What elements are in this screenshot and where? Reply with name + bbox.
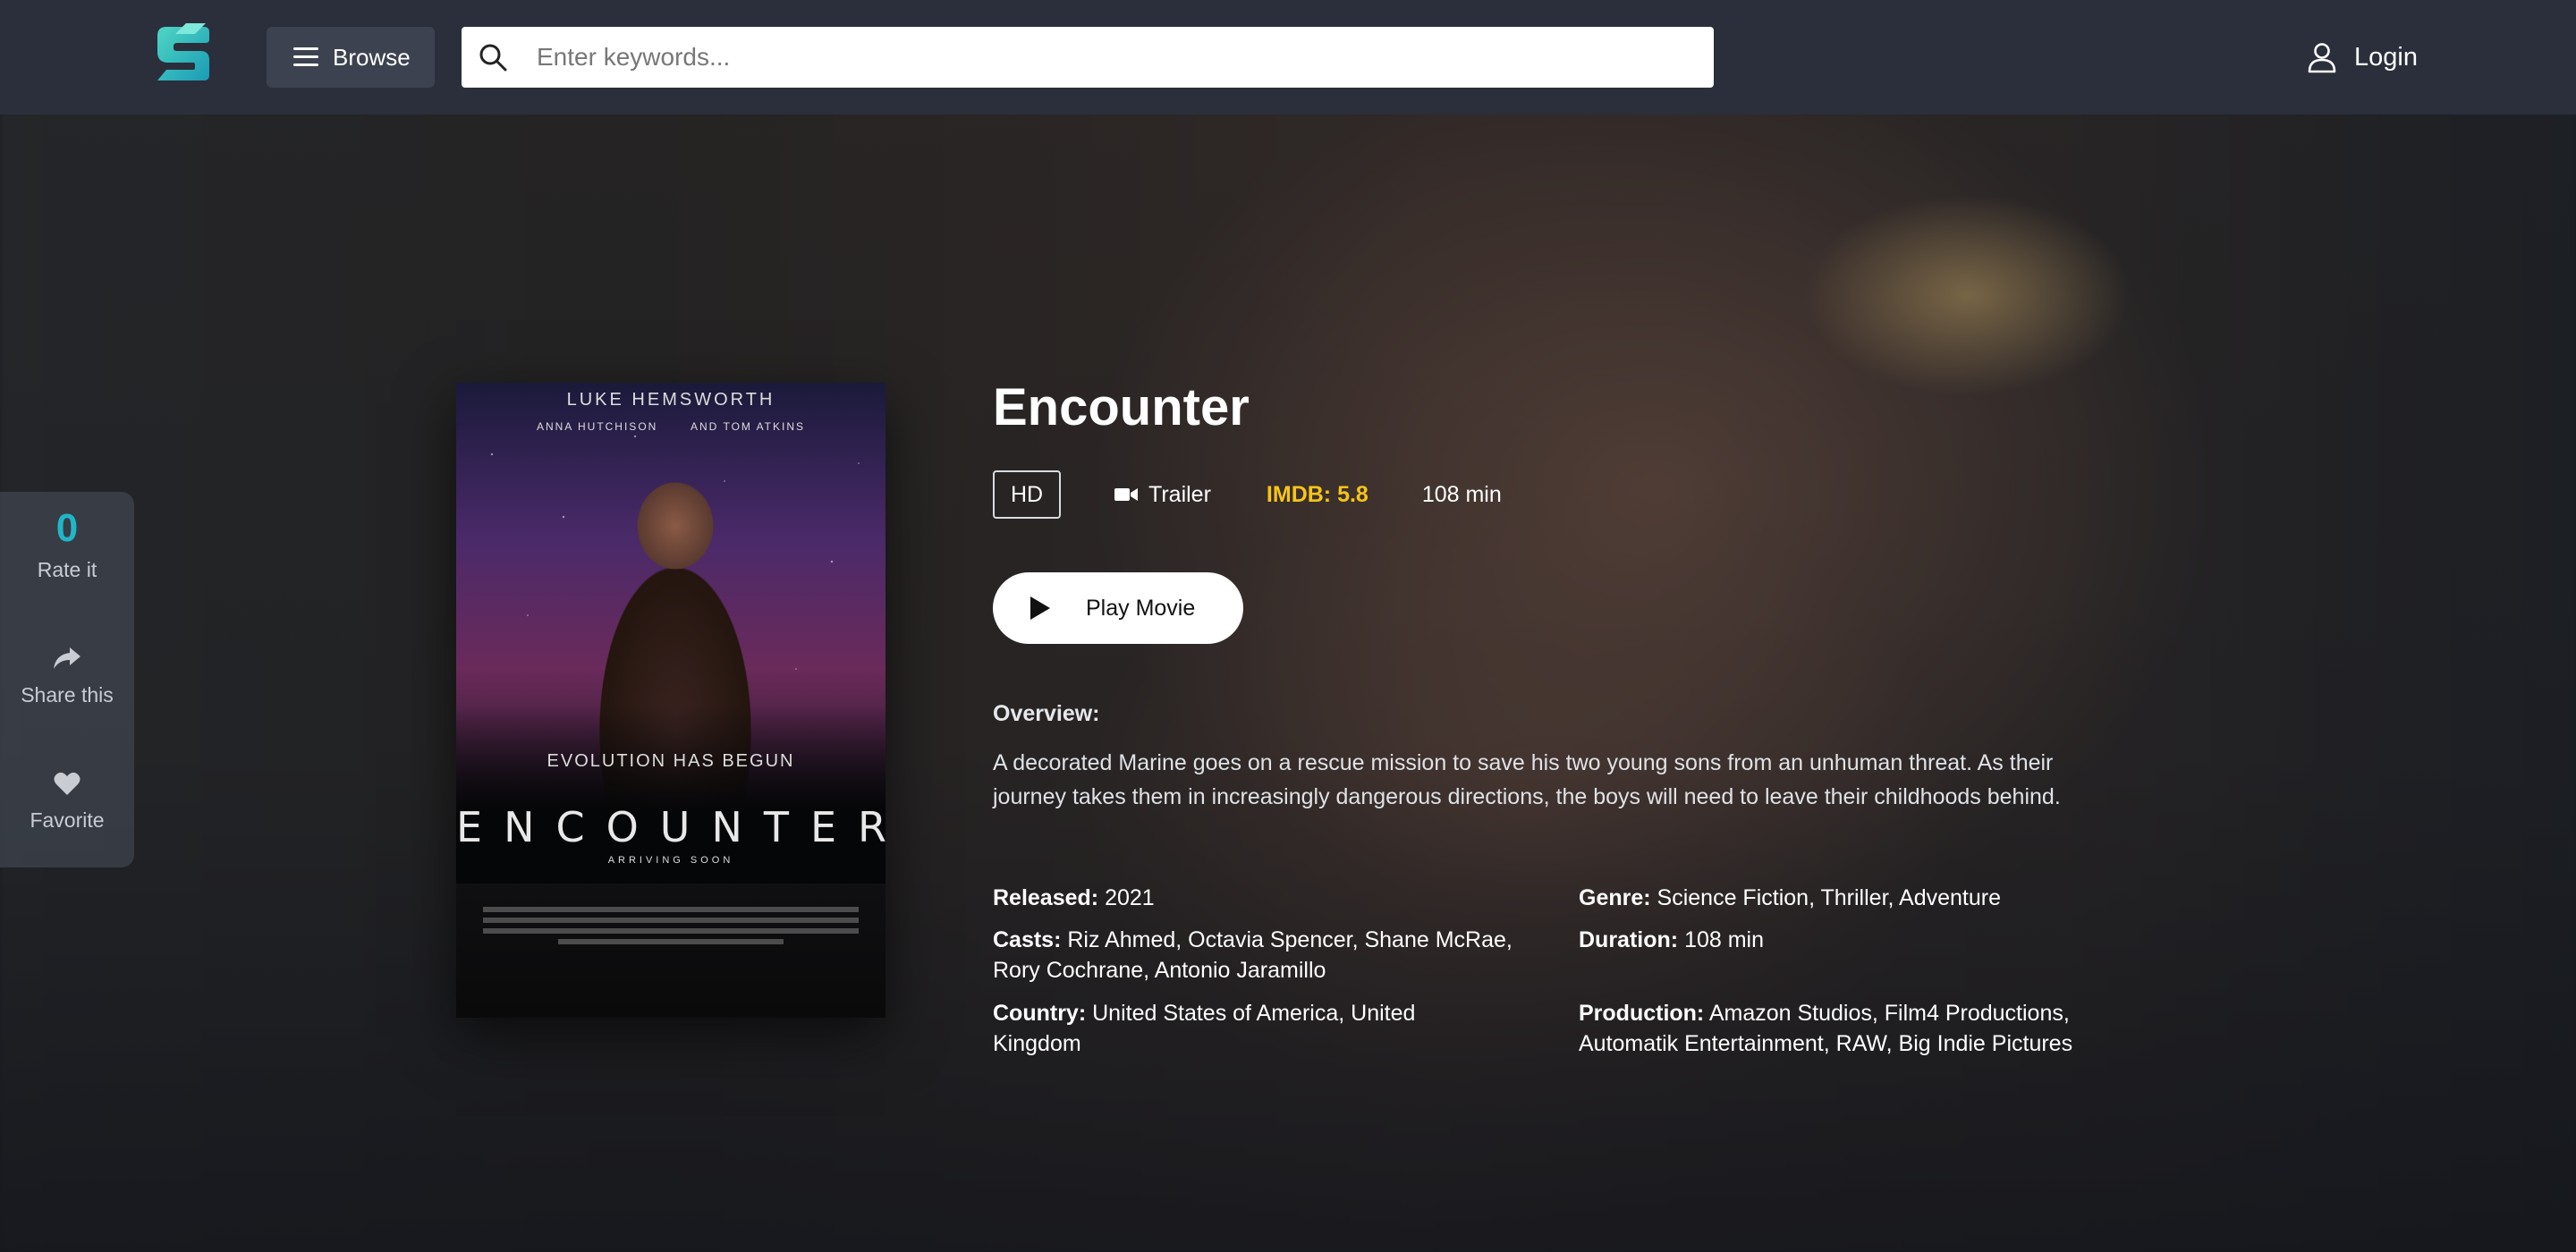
- share-action[interactable]: Share this: [0, 640, 134, 707]
- casts-value: Riz Ahmed, Octavia Spencer, Shane McRae,…: [993, 927, 1513, 983]
- released-info: Released: 2021: [993, 883, 1547, 913]
- rate-label: Rate it: [37, 558, 97, 581]
- favorite-action[interactable]: Favorite: [0, 766, 134, 833]
- poster-actor: LUKE HEMSWORTH: [566, 390, 775, 410]
- genre-label: Genre:: [1579, 885, 1651, 910]
- share-icon: [0, 640, 134, 676]
- favorite-label: Favorite: [30, 808, 105, 832]
- user-icon: [2306, 41, 2338, 73]
- movie-poster: LUKE HEMSWORTH ANNA HUTCHISON AND TOM AT…: [456, 383, 886, 1018]
- browse-button[interactable]: Browse: [267, 27, 435, 88]
- poster-costar-and: AND TOM ATKINS: [691, 420, 806, 433]
- runtime: 108 min: [1421, 481, 1502, 507]
- released-label: Released:: [993, 885, 1099, 910]
- browse-label: Browse: [333, 43, 411, 71]
- movie-meta: HD Trailer IMDB: 5.8 108 min: [993, 470, 1502, 519]
- side-action-panel: 0 Rate it Share this Favorite: [0, 492, 134, 867]
- overview-heading: Overview:: [993, 701, 1100, 726]
- login-link[interactable]: Login: [2306, 36, 2418, 79]
- production-info: Production: Amazon Studios, Film4 Produc…: [1579, 998, 2133, 1059]
- search-input[interactable]: [524, 30, 1714, 84]
- country-info: Country: United States of America, Unite…: [993, 998, 1494, 1059]
- overview-text: A decorated Marine goes on a rescue miss…: [993, 750, 2061, 809]
- imdb-rating: IMDB: 5.8: [1266, 481, 1368, 507]
- rating-count: 0: [55, 506, 79, 550]
- login-label: Login: [2354, 42, 2418, 72]
- casts-label: Casts:: [993, 927, 1062, 952]
- duration-label: Duration:: [1579, 927, 1679, 952]
- poster-tagline: EVOLUTION HAS BEGUN: [547, 751, 795, 771]
- movie-title: Encounter: [993, 378, 1250, 436]
- trailer-label: Trailer: [1148, 481, 1211, 507]
- play-label: Play Movie: [1086, 595, 1196, 621]
- hamburger-menu-icon: [293, 47, 318, 67]
- duration-info: Duration: 108 min: [1579, 925, 2133, 955]
- play-movie-button[interactable]: Play Movie: [993, 572, 1243, 644]
- genre-value: Science Fiction, Thriller, Adventure: [1657, 885, 2001, 910]
- site-logo[interactable]: [150, 21, 215, 86]
- production-label: Production:: [1579, 1001, 1705, 1026]
- search-bar: [462, 27, 1714, 88]
- share-label: Share this: [21, 683, 114, 706]
- video-camera-icon: [1114, 488, 1138, 501]
- released-value: 2021: [1105, 885, 1155, 910]
- trailer-button[interactable]: Trailer: [1114, 482, 1211, 508]
- search-icon[interactable]: [462, 27, 524, 88]
- casts-info: Casts: Riz Ahmed, Octavia Spencer, Shane…: [993, 925, 1547, 986]
- genre-info: Genre: Science Fiction, Thriller, Advent…: [1579, 883, 2133, 913]
- poster-title: ENCOUNTER: [456, 803, 886, 851]
- rate-action[interactable]: 0 Rate it: [0, 506, 134, 582]
- hero-overlay: [0, 0, 2576, 1252]
- heart-icon: [0, 766, 134, 801]
- top-navbar: Browse Login: [0, 0, 2576, 114]
- country-label: Country:: [993, 1001, 1087, 1026]
- play-icon: [1030, 596, 1050, 620]
- poster-costar: ANNA HUTCHISON: [536, 420, 658, 433]
- quality-badge: HD: [993, 470, 1061, 519]
- poster-credits: [483, 901, 859, 950]
- poster-subtitle: ARRIVING SOON: [607, 855, 734, 866]
- duration-value: 108 min: [1684, 927, 1765, 952]
